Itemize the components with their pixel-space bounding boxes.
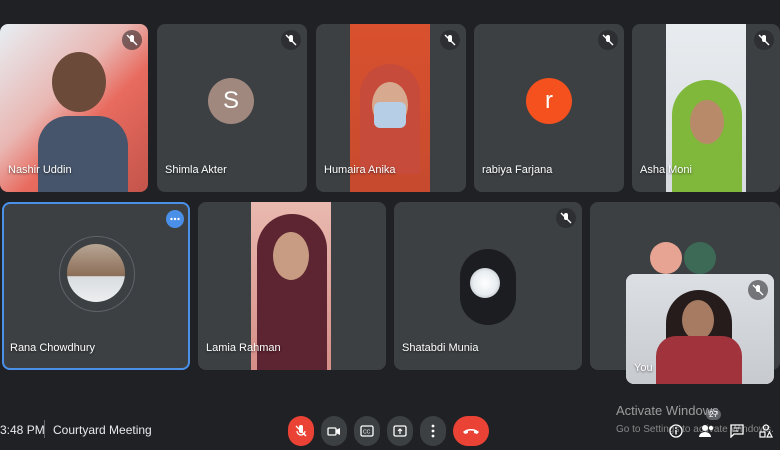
more-vert-icon xyxy=(431,424,435,438)
avatar-initial: r xyxy=(545,87,553,114)
mic-off-icon xyxy=(440,30,460,50)
mic-off-icon xyxy=(598,30,618,50)
participant-name: Humaira Anika xyxy=(324,164,396,176)
present-screen-icon xyxy=(393,425,407,437)
self-view-tile[interactable]: You xyxy=(626,274,774,384)
leave-call-button[interactable] xyxy=(453,416,489,446)
others-avatar xyxy=(684,242,716,274)
participant-name: Lamia Rahman xyxy=(206,342,281,354)
participant-tile-humaira-anika[interactable]: Humaira Anika xyxy=(316,24,466,192)
camera-toggle-button[interactable] xyxy=(321,416,347,446)
participant-tile-lamia-rahman[interactable]: Lamia Rahman xyxy=(198,202,386,370)
activate-windows-watermark: Activate Windows xyxy=(616,403,719,418)
meeting-time: 3:48 PM xyxy=(0,423,45,437)
more-options-icon[interactable] xyxy=(166,210,184,228)
avatar: r xyxy=(526,78,572,124)
mic-off-icon xyxy=(122,30,142,50)
self-label: You xyxy=(634,362,653,374)
mic-off-icon xyxy=(556,208,576,228)
participant-tile-nashir-uddin[interactable]: Nashir Uddin xyxy=(0,24,148,192)
mic-off-icon xyxy=(281,30,301,50)
participant-name: Nashir Uddin xyxy=(8,164,72,176)
participant-name: Shimla Akter xyxy=(165,164,227,176)
avatar: S xyxy=(208,78,254,124)
mic-off-icon xyxy=(295,425,307,437)
participant-tile-rabiya-farjana[interactable]: r rabiya Farjana xyxy=(474,24,624,192)
rose-image xyxy=(470,268,500,298)
svg-text:CC: CC xyxy=(363,430,371,436)
activate-windows-subtext: Go to Settings to activate Windows. xyxy=(616,424,774,435)
participant-name: Asha Moni xyxy=(640,164,692,176)
avatar-initial: S xyxy=(222,87,239,114)
mic-off-icon xyxy=(754,30,774,50)
closed-captions-icon: CC xyxy=(360,425,374,437)
participant-tile-shimla-akter[interactable]: S Shimla Akter xyxy=(157,24,307,192)
present-screen-button[interactable] xyxy=(387,416,413,446)
participant-name: Rana Chowdhury xyxy=(10,342,95,354)
participant-name: Shatabdi Munia xyxy=(402,342,479,354)
divider xyxy=(44,420,45,438)
camera-icon xyxy=(327,427,340,436)
participant-tile-asha-moni[interactable]: Asha Moni xyxy=(632,24,780,192)
call-end-icon xyxy=(463,429,479,434)
participant-tile-shatabdi-munia[interactable]: Shatabdi Munia xyxy=(394,202,582,370)
mic-off-icon xyxy=(748,280,768,300)
captions-button[interactable]: CC xyxy=(354,416,380,446)
participant-tile-rana-chowdhury[interactable]: Rana Chowdhury xyxy=(2,202,190,370)
avatar xyxy=(67,244,125,302)
mic-toggle-button[interactable] xyxy=(288,416,314,446)
more-options-button[interactable] xyxy=(420,416,446,446)
meeting-name: Courtyard Meeting xyxy=(53,423,152,437)
others-avatar xyxy=(650,242,682,274)
participant-name: rabiya Farjana xyxy=(482,164,553,176)
